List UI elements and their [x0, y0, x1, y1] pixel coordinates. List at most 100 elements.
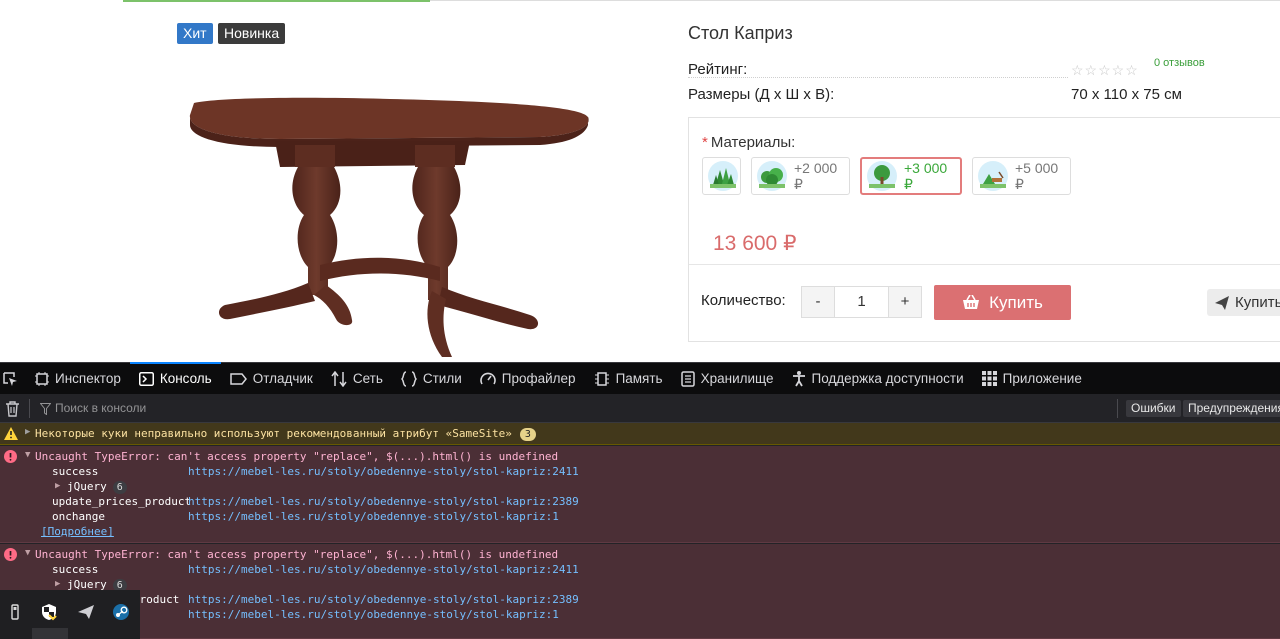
application-icon	[981, 371, 997, 386]
tab-application-label: Приложение	[1002, 371, 1082, 386]
stack-frame-link[interactable]: https://mebel-les.ru/stoly/obedennye-sto…	[188, 495, 579, 508]
tab-styles-label: Стили	[422, 371, 462, 386]
stack-frame-fn: update_prices_product	[52, 495, 192, 508]
warning-count-badge: 3	[519, 428, 536, 441]
size-value: 70 х 110 х 75 см	[1071, 86, 1182, 103]
console-search-input[interactable]: Поиск в консоли	[55, 401, 146, 415]
error-message: Uncaught TypeError: can't access propert…	[35, 450, 559, 463]
stack-group-name: jQuery	[67, 480, 107, 493]
product-table-image[interactable]	[180, 95, 600, 362]
tab-memory[interactable]: Память	[585, 363, 672, 395]
tab-console[interactable]: Консоль	[129, 361, 221, 395]
stack-frame-link[interactable]: https://mebel-les.ru/stoly/obedennye-sto…	[188, 510, 559, 523]
console-warning-row[interactable]: ▶ Некоторые куки неправильно используют …	[0, 423, 1280, 445]
expand-arrow-icon[interactable]: ▶	[25, 427, 30, 437]
product-price: 13 600 ₽	[713, 232, 797, 255]
stack-frame-link[interactable]: https://mebel-les.ru/stoly/obedennye-sto…	[188, 465, 579, 478]
basket-icon	[963, 295, 980, 309]
material-price-2: +2 000 ₽	[794, 159, 838, 192]
tab-inspector-label: Инспектор	[55, 371, 121, 386]
tab-network[interactable]: Сеть	[322, 363, 392, 395]
progress-accent-line	[123, 0, 430, 2]
tab-profiler[interactable]: Профайлер	[471, 363, 585, 395]
usb-drive-icon[interactable]	[6, 603, 24, 621]
size-label: Размеры (Д х Ш х В):	[688, 86, 835, 103]
quantity-decrease-button[interactable]: -	[802, 287, 834, 317]
warnings-filter-button[interactable]: Предупреждения	[1183, 400, 1280, 417]
error-message: Uncaught TypeError: can't access propert…	[35, 548, 559, 561]
material-option-2[interactable]: +2 000 ₽	[751, 157, 850, 195]
tab-accessibility[interactable]: Поддержка доступности	[783, 363, 973, 395]
forest-icon	[708, 161, 738, 191]
reviews-link[interactable]: 0 отзывов	[1154, 57, 1205, 69]
materials-label-text: Материалы:	[710, 134, 796, 151]
stack-frame-group[interactable]: jQuery 6	[67, 480, 127, 494]
rating-row: Рейтинг:	[688, 61, 1068, 78]
learn-more-link[interactable]: [Подробнее]	[41, 525, 114, 538]
material-option-4[interactable]: +5 000 ₽	[972, 157, 1071, 195]
product-page: Хит Новинка Стол Каприз Рейтинг: ☆☆☆☆☆ 0…	[0, 0, 1280, 362]
tab-inspector[interactable]: Инспектор	[26, 363, 130, 395]
tab-application[interactable]: Приложение	[973, 363, 1091, 395]
paper-plane-icon[interactable]	[77, 603, 95, 621]
expand-arrow-icon[interactable]: ▶	[55, 481, 60, 491]
tab-accessibility-label: Поддержка доступности	[811, 371, 964, 386]
deer-meadow-icon	[978, 161, 1008, 191]
oak-icon	[867, 161, 897, 191]
rating-stars[interactable]: ☆☆☆☆☆	[1071, 62, 1139, 79]
devtools-toolbar: Инспектор Консоль Отладчик Сеть Стили Пр…	[0, 361, 1280, 395]
profiler-icon	[479, 372, 496, 384]
error-icon	[4, 548, 17, 561]
top-divider	[430, 0, 1280, 1]
expand-arrow-icon[interactable]: ▼	[25, 450, 30, 460]
material-option-3-selected[interactable]: +3 000 ₽	[860, 157, 962, 195]
os-taskbar	[0, 590, 140, 639]
stack-frame-fn: success	[52, 465, 99, 478]
network-icon	[331, 370, 347, 387]
tab-storage[interactable]: Хранилище	[672, 363, 783, 395]
badge-hit: Хит	[177, 23, 213, 44]
price-divider	[689, 264, 1280, 265]
tab-styles[interactable]: Стили	[392, 363, 471, 395]
devtools-panel: Инспектор Консоль Отладчик Сеть Стили Пр…	[0, 361, 1280, 639]
stack-frame-link[interactable]: https://mebel-les.ru/stoly/obedennye-sto…	[188, 608, 559, 621]
quantity-increase-button[interactable]: +	[889, 287, 921, 317]
tab-profiler-label: Профайлер	[501, 371, 576, 386]
security-shield-icon[interactable]	[40, 603, 58, 621]
material-option-1[interactable]	[702, 157, 741, 195]
stack-group-count: 6	[112, 481, 127, 494]
dotted-leader	[688, 77, 1068, 78]
expand-arrow-icon[interactable]: ▼	[25, 548, 30, 558]
trees-icon	[757, 161, 787, 191]
material-price-4: +5 000 ₽	[1015, 159, 1059, 192]
taskbar-active-indicator	[32, 628, 68, 639]
quantity-input[interactable]: 1	[834, 287, 889, 317]
accessibility-icon	[792, 370, 805, 386]
stack-frame-link[interactable]: https://mebel-les.ru/stoly/obedennye-sto…	[188, 593, 579, 606]
buy-button[interactable]: Купить	[934, 285, 1071, 320]
console-error-row[interactable]: ▼ Uncaught TypeError: can't access prope…	[0, 544, 1280, 639]
buy-button-label: Купить	[989, 292, 1043, 312]
tab-storage-label: Хранилище	[700, 371, 774, 386]
buy-one-click-button[interactable]: Купить	[1207, 289, 1280, 316]
errors-filter-button[interactable]: Ошибки	[1126, 400, 1181, 417]
steam-icon[interactable]	[112, 603, 130, 621]
stack-frame-link[interactable]: https://mebel-les.ru/stoly/obedennye-sto…	[188, 563, 579, 576]
trash-icon[interactable]	[5, 401, 20, 417]
element-picker-button[interactable]	[0, 363, 26, 395]
warning-message: Некоторые куки неправильно используют ре…	[35, 427, 536, 441]
stack-frame-fn: onchange	[52, 510, 105, 523]
options-panel: * Материалы: +2 000 ₽ +3 000 ₽ +5 000 ₽ …	[688, 117, 1280, 342]
filter-icon	[40, 403, 51, 415]
element-picker-icon	[3, 371, 17, 386]
style-icon	[400, 370, 417, 387]
toolbar-separator	[1117, 399, 1118, 418]
console-error-row[interactable]: ▼ Uncaught TypeError: can't access prope…	[0, 446, 1280, 543]
tab-debugger[interactable]: Отладчик	[221, 363, 322, 395]
badge-new: Новинка	[218, 23, 286, 44]
expand-arrow-icon[interactable]: ▶	[55, 579, 60, 589]
product-title: Стол Каприз	[688, 23, 793, 43]
tab-console-label: Консоль	[159, 371, 212, 386]
error-icon	[4, 450, 17, 463]
materials-label: * Материалы:	[702, 134, 795, 151]
